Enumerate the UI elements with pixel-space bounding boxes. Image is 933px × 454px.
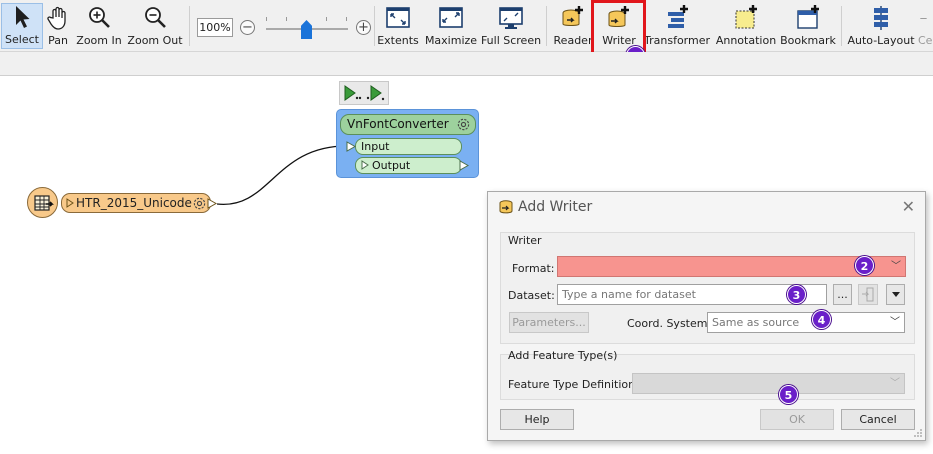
dataset-options-button[interactable] [858, 284, 878, 305]
reader-feature-type-circle[interactable] [27, 187, 58, 218]
feature-type-group-label: Add Feature Type(s) [508, 349, 618, 362]
dataset-label: Dataset: [508, 289, 555, 302]
output-port-label: Output [372, 159, 411, 172]
input-port[interactable]: Input [355, 138, 462, 155]
chevron-down-icon: ﹀ [891, 261, 901, 272]
vnfontconverter-transformer-node[interactable]: VnFontConverter Input Output [336, 109, 479, 178]
feature-type-definition-label: Feature Type Definition: [508, 378, 639, 391]
transformer-title[interactable]: VnFontConverter [340, 114, 476, 135]
gear-icon[interactable] [192, 196, 207, 211]
help-button[interactable]: Help [500, 409, 574, 430]
output-port-arrow-icon [459, 160, 469, 171]
connection-line[interactable] [216, 145, 349, 205]
close-icon[interactable]: ✕ [902, 197, 915, 216]
dataset-dropdown-button[interactable] [886, 284, 905, 305]
dialog-title: Add Writer [518, 199, 593, 215]
resize-grip-icon[interactable] [913, 428, 923, 438]
cancel-button[interactable]: Cancel [841, 409, 915, 430]
expand-arrow-icon[interactable] [66, 198, 74, 208]
gear-icon[interactable] [456, 117, 471, 132]
browse-button[interactable]: ... [833, 284, 852, 305]
input-port-label: Input [361, 140, 390, 153]
writer-group-label: Writer [508, 234, 542, 247]
step-badge-5: 5 [779, 385, 798, 404]
input-port-arrow-icon [346, 141, 356, 152]
parameters-button[interactable]: Parameters... [509, 312, 589, 333]
writer-db-icon [499, 200, 513, 214]
output-port[interactable]: Output [355, 157, 462, 174]
transformer-name: VnFontConverter [347, 117, 449, 131]
htr-2015-unicode-reader-node[interactable]: HTR_2015_Unicode [27, 187, 217, 218]
reader-name: HTR_2015_Unicode [76, 196, 192, 210]
step-badge-4: 4 [812, 310, 831, 329]
chevron-down-icon: ﹀ [890, 378, 900, 389]
step-badge-3: 3 [787, 285, 806, 304]
coord-system-select[interactable]: Same as source ﹀ [707, 312, 905, 333]
coord-system-value: Same as source [712, 316, 800, 329]
reader-label-box[interactable]: HTR_2015_Unicode [61, 193, 211, 213]
transformer-mini-toolbar [339, 81, 389, 105]
ok-button[interactable]: OK [760, 409, 834, 430]
dataset-placeholder: Type a name for dataset [562, 288, 696, 301]
chevron-down-icon: ﹀ [890, 317, 900, 328]
caret-down-icon [891, 292, 900, 297]
add-writer-dialog: Add Writer ✕ Writer Format: ﹀ Dataset: T… [487, 191, 926, 441]
coord-system-label: Coord. System: [627, 317, 712, 330]
table-grid-icon [34, 195, 54, 211]
format-select[interactable]: ﹀ [557, 256, 906, 277]
feature-type-definition-select[interactable]: ﹀ [632, 373, 905, 394]
format-label: Format: [512, 262, 555, 275]
expand-arrow-icon[interactable] [361, 160, 369, 170]
reader-output-port-icon[interactable] [207, 198, 217, 209]
step-badge-2: 2 [855, 256, 874, 275]
dataset-options-icon [862, 287, 874, 302]
run-to-here-icon[interactable] [342, 84, 362, 102]
run-from-here-icon[interactable] [366, 84, 386, 102]
